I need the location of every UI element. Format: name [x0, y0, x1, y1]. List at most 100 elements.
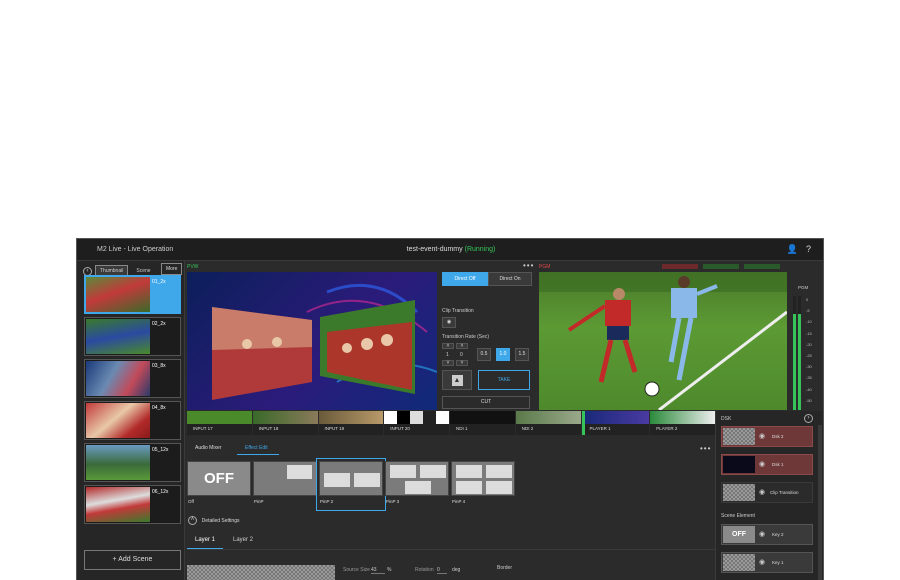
rate-seconds: 1 — [446, 352, 449, 358]
pgm-label: PGM — [539, 264, 551, 270]
input-thumbnail — [384, 411, 449, 424]
scene-name: 01_2x — [152, 279, 166, 285]
meter-tick: -5 — [806, 308, 810, 314]
input-source[interactable]: PLAYER 1 — [581, 411, 650, 435]
help-icon[interactable]: ? — [806, 244, 811, 255]
scene-name: 03_8x — [152, 363, 166, 369]
scene-element-item[interactable]: ◉ Key 1 — [721, 552, 813, 573]
scene-item[interactable]: 04_8x — [84, 401, 181, 440]
take-button[interactable]: TAKE — [478, 370, 530, 390]
input-label: INPUT 17 — [193, 426, 213, 431]
status-indicator — [744, 264, 780, 269]
meter-tick: -15 — [806, 330, 812, 336]
scene-element-item[interactable]: OFF ◉ Key 2 — [721, 524, 813, 545]
input-source[interactable]: NDI 1 — [450, 411, 515, 435]
scene-thumbnail — [86, 403, 150, 438]
input-source[interactable]: NDI 2 — [515, 411, 581, 435]
tab-layer-2[interactable]: Layer 2 — [233, 537, 253, 543]
input-thumbnail — [318, 411, 384, 424]
chevron-right-icon[interactable]: › — [804, 414, 813, 423]
detailed-settings-toggle[interactable]: ˄ Detailed Settings — [188, 516, 239, 525]
scene-name: 04_8x — [152, 405, 166, 411]
rotation-input[interactable]: 0 — [437, 567, 447, 574]
effect-pinp[interactable]: PinP — [253, 461, 317, 508]
meter-tick: -30 — [806, 364, 812, 370]
meter-tick: -10 — [806, 319, 812, 325]
scene-item[interactable]: 05_12x — [84, 443, 181, 482]
preview-graphic — [212, 283, 437, 400]
input-thumbnail — [584, 411, 650, 424]
rate-preset-1-5[interactable]: 1.5 — [515, 348, 529, 361]
input-source[interactable]: INPUT 20 — [384, 411, 449, 435]
scene-thumbnail — [86, 277, 150, 312]
input-label: PLAYER 2 — [656, 426, 678, 431]
pvw-label: PVW — [187, 264, 199, 270]
effect-pinp-3[interactable]: PinP 3 — [385, 461, 449, 508]
dsk-item[interactable]: ◉ Dsk 2 — [721, 426, 813, 447]
eye-icon[interactable]: ◉ — [759, 530, 765, 538]
effect-off[interactable]: OFF Off — [187, 461, 251, 508]
effect-label: PinP — [254, 499, 264, 504]
direct-off-button[interactable]: Direct Off — [442, 272, 488, 286]
dsk-item[interactable]: ◉ Clip Transition — [721, 482, 813, 503]
tab-layer-1[interactable]: Layer 1 — [195, 537, 215, 543]
input-source[interactable]: INPUT 19 — [318, 411, 384, 435]
chevron-down-icon[interactable]: ˅ — [456, 360, 468, 366]
eye-icon[interactable]: ◉ — [759, 460, 765, 468]
scene-item[interactable]: 01_2x — [84, 275, 181, 314]
user-icon[interactable]: 👤 — [787, 244, 798, 255]
chevron-down-icon[interactable]: ˅ — [442, 360, 454, 366]
scene-element-title: Scene Element — [721, 513, 755, 519]
more-button[interactable]: More — [161, 263, 183, 275]
effect-pinp-2[interactable]: PinP 2 — [316, 458, 386, 511]
input-source[interactable]: PLAYER 2 — [650, 411, 715, 435]
dsk-item[interactable]: ◉ Dsk 1 — [721, 454, 813, 475]
input-source[interactable]: INPUT 17 — [187, 411, 252, 435]
dsk-name: Dsk 1 — [772, 462, 784, 467]
source-size-input[interactable]: 43 — [371, 567, 385, 574]
rate-preset-1-0[interactable]: 1.0 — [496, 348, 510, 361]
add-scene-button[interactable]: + Add Scene — [84, 550, 181, 570]
input-source[interactable]: INPUT 18 — [252, 411, 318, 435]
active-tab-indicator — [237, 454, 279, 455]
meter-tick: -35 — [806, 375, 812, 381]
effect-label: PinP 4 — [452, 499, 466, 504]
meter-label: PGM — [798, 285, 809, 290]
tab-effect-edit[interactable]: Effect Edit — [245, 445, 268, 451]
cut-button[interactable]: CUT — [442, 396, 530, 409]
transition-controls: Direct Off Direct On Clip Transition ◉ T… — [439, 272, 537, 412]
scene-item[interactable]: 06_12x — [84, 485, 181, 524]
eye-icon[interactable]: ◉ — [759, 558, 765, 566]
event-title: test-event-dummy (Running) — [77, 246, 823, 253]
eye-icon[interactable]: ◉ — [759, 432, 765, 440]
chevron-up-icon[interactable]: ˄ — [456, 343, 468, 349]
rotation-label: Rotation — [415, 567, 434, 573]
tab-audio-mixer[interactable]: Audio Mixer — [195, 445, 221, 451]
eye-icon[interactable]: ◉ — [759, 488, 765, 496]
effect-label: PinP 2 — [320, 499, 334, 504]
effect-pinp-4[interactable]: PinP 4 — [451, 461, 515, 508]
effect-label: Off — [188, 499, 194, 504]
input-label: INPUT 20 — [390, 426, 410, 431]
scene-panel: ‹ Thumbnail Scene More 01_2x 02_2x 03_8x… — [77, 261, 185, 580]
meter-tick: -25 — [806, 353, 812, 359]
scene-item[interactable]: 03_8x — [84, 359, 181, 398]
meter-tick: -50 — [806, 397, 812, 403]
source-size-unit: % — [387, 567, 392, 573]
rate-preset-0-5[interactable]: 0.5 — [477, 348, 491, 361]
source-size-label: Source Size — [343, 567, 370, 573]
scene-name: 06_12x — [152, 489, 169, 495]
scene-element-name: Key 1 — [772, 560, 784, 565]
more-options-icon[interactable]: ••• — [523, 261, 534, 270]
auto-transition-button[interactable]: ▲ — [442, 370, 472, 390]
more-options-icon[interactable]: ••• — [700, 444, 711, 453]
dsk-name: Dsk 2 — [772, 434, 784, 439]
border-label: Border — [497, 565, 513, 571]
direct-on-button[interactable]: Direct On — [488, 272, 532, 286]
scrollbar[interactable] — [818, 425, 822, 580]
eye-icon[interactable]: ◉ — [442, 317, 456, 328]
program-graphic — [539, 272, 787, 410]
scene-item[interactable]: 02_2x — [84, 317, 181, 356]
effect-label: PinP 3 — [386, 499, 400, 504]
chevron-up-icon[interactable]: ˄ — [442, 343, 454, 349]
